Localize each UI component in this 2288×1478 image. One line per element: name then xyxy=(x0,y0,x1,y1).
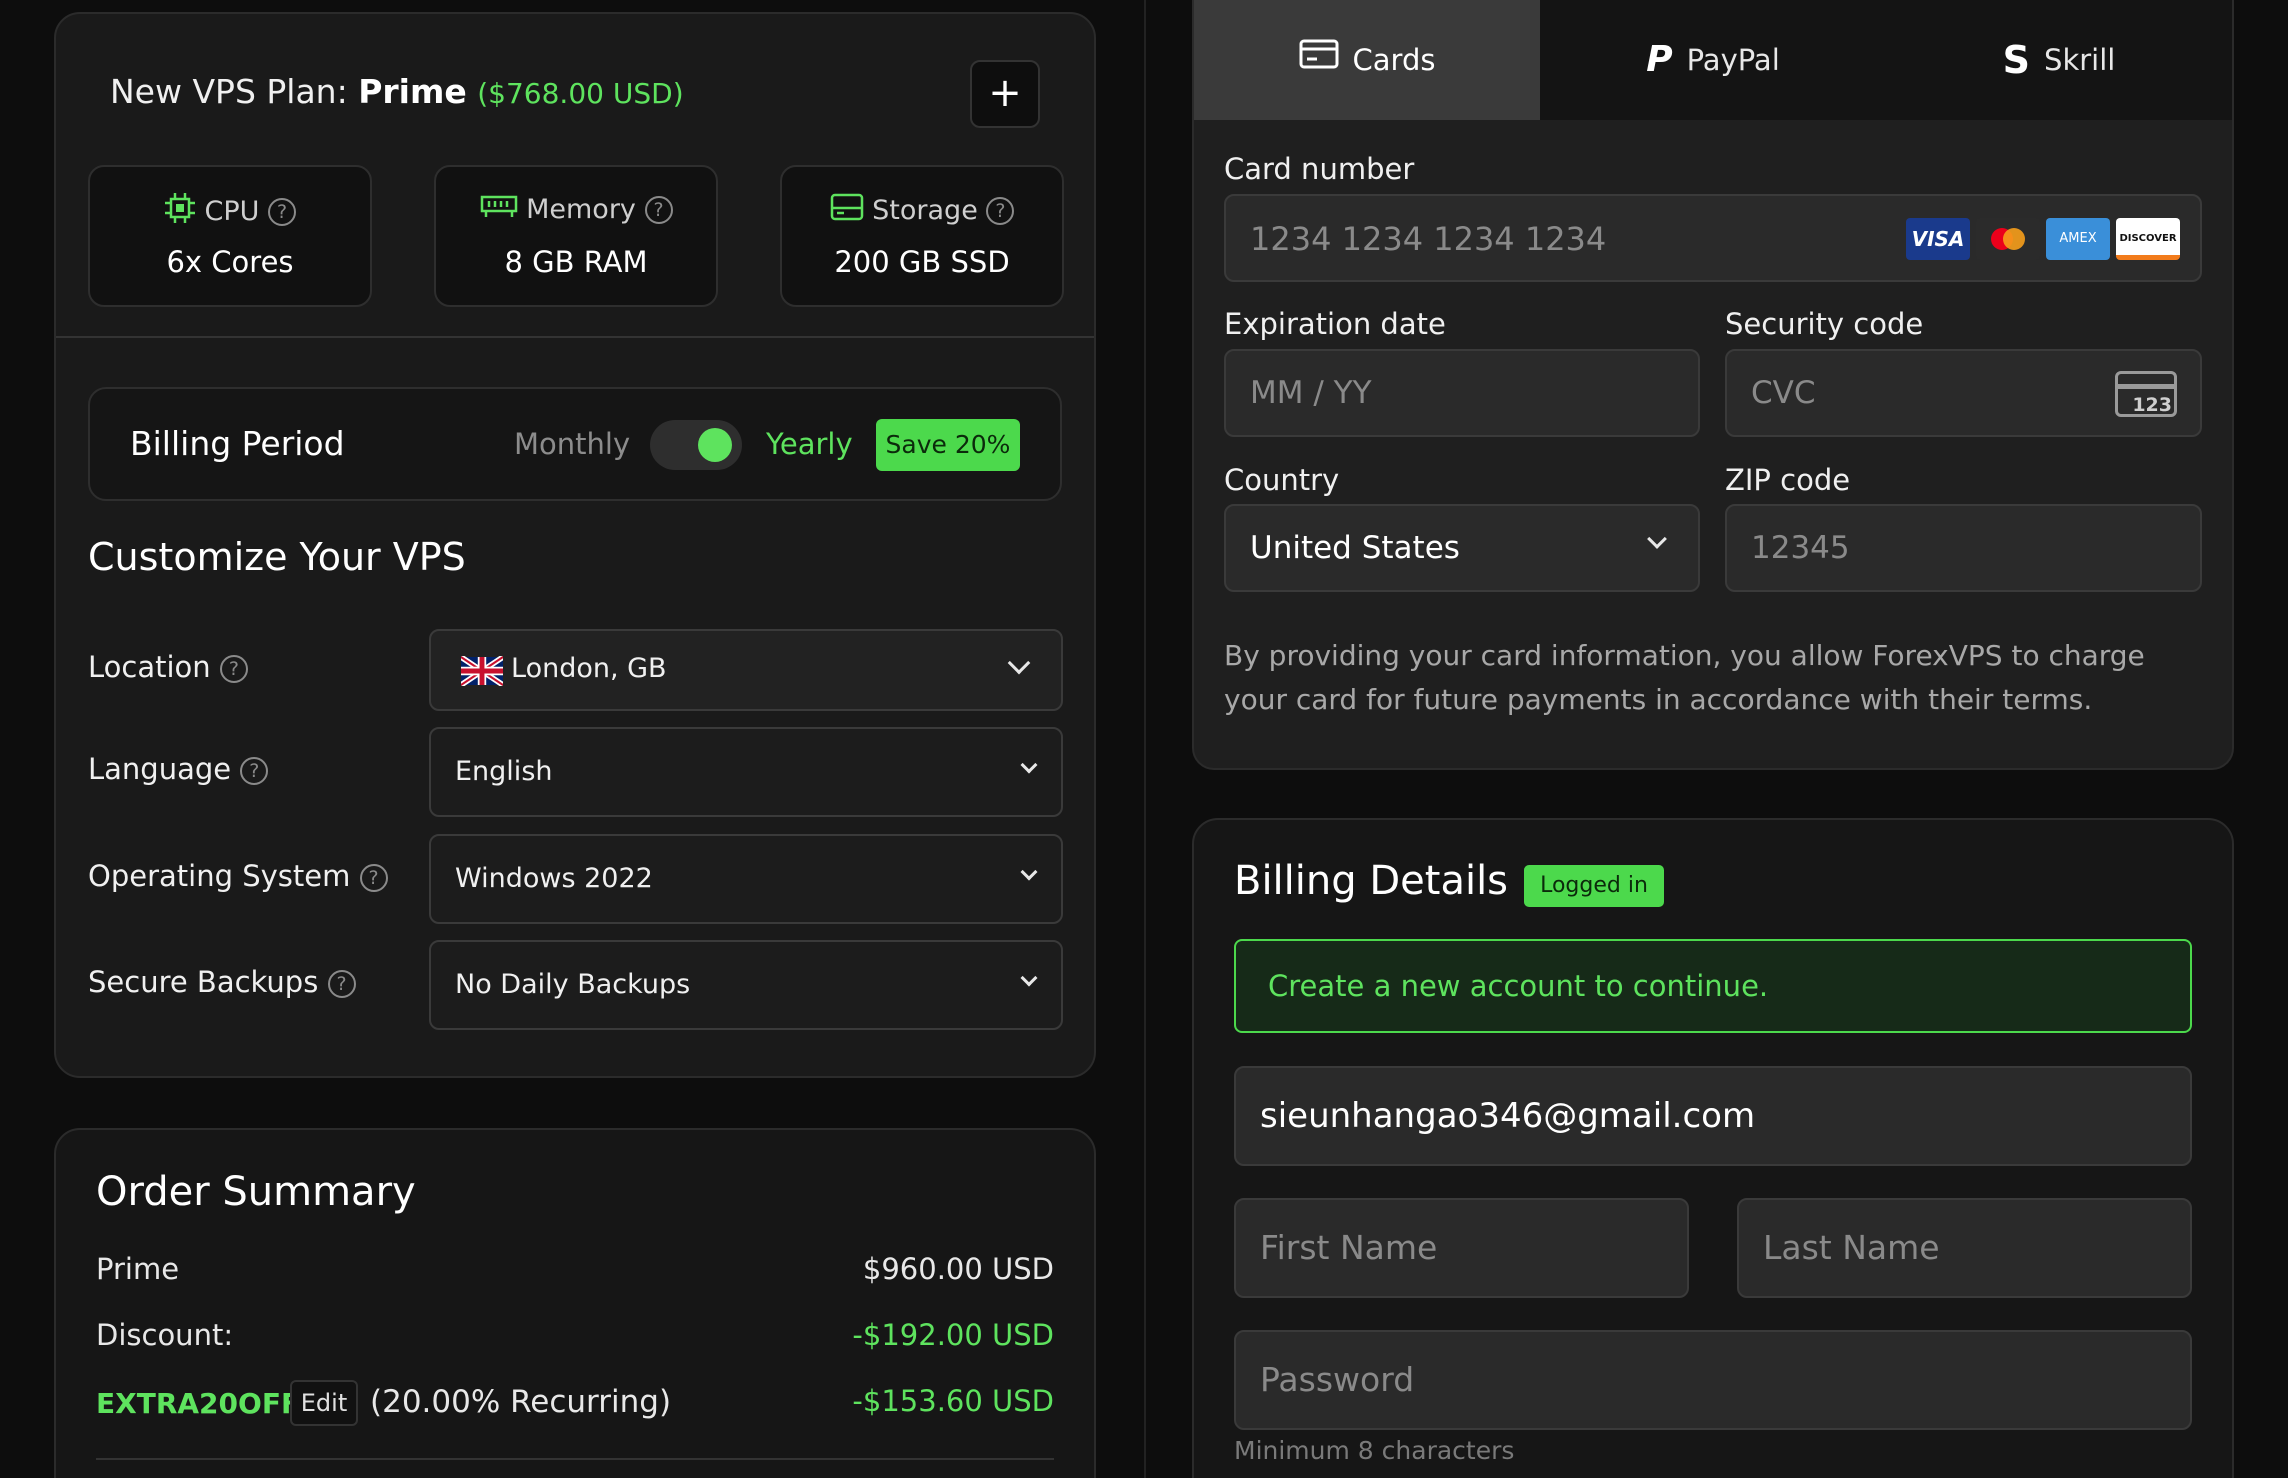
help-icon[interactable]: ? xyxy=(219,655,248,683)
tab-cards[interactable]: Cards xyxy=(1194,0,1540,120)
mastercard-icon xyxy=(1976,218,2040,260)
password-input[interactable]: Password xyxy=(1234,1330,2192,1430)
amex-icon: AMEX xyxy=(2046,218,2110,260)
country-label: Country xyxy=(1224,463,1340,497)
help-icon[interactable]: ? xyxy=(268,197,297,226)
help-icon[interactable]: ? xyxy=(327,970,356,998)
memory-icon xyxy=(480,192,518,227)
paypal-icon: P xyxy=(1646,39,1673,80)
spec-label: CPU xyxy=(204,196,260,227)
summary-divider xyxy=(96,1458,1054,1460)
storage-icon xyxy=(830,192,864,229)
email-value: sieunhangao346@gmail.com xyxy=(1260,1096,1756,1136)
chevron-down-icon xyxy=(1020,756,1038,774)
coupon-value: -$153.60 USD xyxy=(852,1384,1054,1418)
cvc-input[interactable]: CVC 123 xyxy=(1725,349,2202,437)
edit-coupon-button[interactable]: Edit xyxy=(290,1380,358,1426)
spec-storage: Storage ? 200 GB SSD xyxy=(780,165,1064,307)
backups-label: Secure Backups ? xyxy=(88,965,356,999)
language-label: Language ? xyxy=(88,752,269,786)
card-disclaimer: By providing your card information, you … xyxy=(1224,639,2145,716)
spec-label: Memory xyxy=(526,194,636,225)
discover-icon: DISCOVER xyxy=(2116,218,2180,260)
uk-flag-icon xyxy=(459,654,505,690)
order-summary-title: Order Summary xyxy=(96,1169,416,1215)
tab-skrill[interactable]: S Skrill xyxy=(1886,0,2232,120)
coupon-note: (20.00% Recurring) xyxy=(370,1384,672,1420)
spec-value: 6x Cores xyxy=(166,245,294,279)
account-notice: Create a new account to continue. xyxy=(1234,939,2192,1033)
email-input[interactable]: sieunhangao346@gmail.com xyxy=(1234,1066,2192,1166)
cvc-card-icon: 123 xyxy=(2115,371,2177,417)
prime-label: Prime xyxy=(96,1252,180,1286)
help-icon[interactable]: ? xyxy=(240,757,269,785)
expiry-label: Expiration date xyxy=(1224,307,1446,341)
billing-toggle[interactable] xyxy=(650,420,742,470)
card-number-input[interactable]: 1234 1234 1234 1234 VISA AMEX DISCOVER xyxy=(1224,194,2202,282)
visa-icon: VISA xyxy=(1906,218,1970,260)
chevron-down-icon xyxy=(1647,529,1667,549)
last-name-input[interactable]: Last Name xyxy=(1737,1198,2192,1298)
plus-icon: + xyxy=(988,70,1022,116)
yearly-label[interactable]: Yearly xyxy=(766,427,853,461)
save-badge: Save 20% xyxy=(876,419,1020,471)
cpu-icon xyxy=(164,192,196,231)
spec-value: 8 GB RAM xyxy=(504,245,648,279)
os-select[interactable]: Windows 2022 xyxy=(429,834,1063,924)
first-name-input[interactable]: First Name xyxy=(1234,1198,1689,1298)
tab-paypal[interactable]: P PayPal xyxy=(1540,0,1886,120)
help-icon[interactable]: ? xyxy=(359,864,388,892)
chevron-down-icon xyxy=(1007,651,1031,675)
toggle-knob xyxy=(698,428,732,462)
divider xyxy=(56,336,1094,338)
prime-value: $960.00 USD xyxy=(862,1252,1054,1286)
expiry-input[interactable]: MM / YY xyxy=(1224,349,1700,437)
logged-in-badge: Logged in xyxy=(1524,865,1664,907)
add-plan-button[interactable]: + xyxy=(970,60,1040,128)
os-label: Operating System ? xyxy=(88,859,388,893)
language-value: English xyxy=(455,756,553,787)
monthly-label[interactable]: Monthly xyxy=(514,427,630,461)
billing-details-title: Billing Details xyxy=(1234,858,1509,904)
os-value: Windows 2022 xyxy=(455,863,653,894)
cvc-label: Security code xyxy=(1725,307,1924,341)
spec-cpu: CPU ? 6x Cores xyxy=(88,165,372,307)
location-select[interactable]: London, GB xyxy=(429,629,1063,711)
spec-label: Storage xyxy=(872,195,978,226)
column-separator xyxy=(1144,0,1146,1478)
chevron-down-icon xyxy=(1020,863,1038,881)
zip-label: ZIP code xyxy=(1725,463,1851,497)
location-value: London, GB xyxy=(511,653,667,684)
zip-input[interactable]: 12345 xyxy=(1725,504,2202,592)
discount-label: Discount: xyxy=(96,1318,234,1352)
plan-name: Prime xyxy=(358,72,467,111)
help-icon[interactable]: ? xyxy=(644,195,673,224)
card-number-label: Card number xyxy=(1224,152,1415,186)
skrill-icon: S xyxy=(2002,38,2031,82)
country-value: United States xyxy=(1250,530,1460,566)
password-hint: Minimum 8 characters xyxy=(1234,1436,1515,1465)
backups-select[interactable]: No Daily Backups xyxy=(429,940,1063,1030)
language-select[interactable]: English xyxy=(429,727,1063,817)
chevron-down-icon xyxy=(1020,969,1038,987)
location-label: Location ? xyxy=(88,650,248,684)
card-icon xyxy=(1299,2,1339,118)
billing-period-title: Billing Period xyxy=(130,424,345,463)
customize-title: Customize Your VPS xyxy=(88,535,466,579)
spec-value: 200 GB SSD xyxy=(834,245,1010,279)
backups-value: No Daily Backups xyxy=(455,969,691,1000)
card-number-placeholder: 1234 1234 1234 1234 xyxy=(1250,220,1607,258)
plan-title: New VPS Plan: Prime ($768.00 USD) xyxy=(110,72,684,111)
discount-value: -$192.00 USD xyxy=(852,1318,1054,1352)
plan-price: ($768.00 USD) xyxy=(477,77,684,110)
plan-title-prefix: New VPS Plan: xyxy=(110,72,348,111)
help-icon[interactable]: ? xyxy=(986,196,1015,225)
country-select[interactable]: United States xyxy=(1224,504,1700,592)
spec-memory: Memory ? 8 GB RAM xyxy=(434,165,718,307)
coupon-code: EXTRA20OFF xyxy=(96,1387,301,1420)
